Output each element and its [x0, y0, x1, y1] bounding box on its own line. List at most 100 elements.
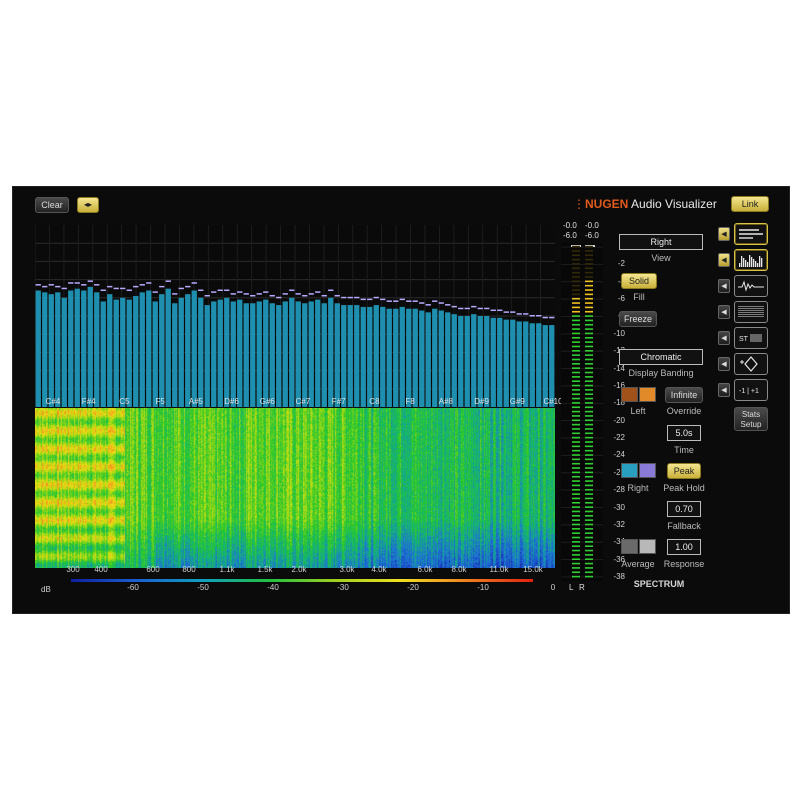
spectrum-bar	[250, 303, 256, 407]
frequency-label: 15.0k	[523, 565, 543, 574]
spectrum-bar	[139, 292, 145, 407]
sidebar-toggle-7[interactable]: ◀	[718, 383, 730, 397]
spectrum-bar	[360, 306, 366, 407]
spectrum-peak-marker	[425, 304, 431, 306]
sidebar-toggle-6[interactable]: ◀	[718, 357, 730, 371]
spectrogram-glyph	[738, 306, 764, 318]
spectrum-peak-marker	[386, 300, 392, 302]
note-label: F5	[155, 397, 165, 406]
spectrum-bar	[172, 303, 178, 407]
peak-button[interactable]: Peak	[667, 463, 701, 479]
spectrum-bar	[341, 305, 347, 407]
right-color-a-swatch[interactable]	[621, 463, 638, 478]
right-rms-readout: -6.0	[585, 231, 599, 240]
spectrum-peak-marker	[217, 289, 223, 292]
frequency-label: 600	[146, 565, 160, 574]
db-scale-label: 0	[550, 583, 556, 592]
sidebar-toggle-2[interactable]: ◀	[718, 253, 730, 267]
spectrum-bar	[217, 299, 223, 407]
spectrum-peak-marker	[87, 280, 93, 282]
fill-solid-button[interactable]: Solid	[621, 273, 657, 289]
spectrum-bar	[529, 323, 535, 407]
sidebar-toggle-1[interactable]: ◀	[718, 227, 730, 241]
sidebar-toggle-4[interactable]: ◀	[718, 305, 730, 319]
stereo-icon[interactable]: ST	[734, 327, 768, 349]
spectrum-bar	[256, 301, 262, 407]
stats-setup-button[interactable]: Stats Setup	[734, 407, 768, 431]
waveform-icon[interactable]	[734, 275, 768, 297]
right-color-b-swatch[interactable]	[639, 463, 656, 478]
spectrum-bar	[386, 308, 392, 407]
spectrum-peak-marker	[159, 285, 165, 288]
spectrum-peak-marker	[185, 285, 191, 288]
spectrum-bar	[159, 294, 165, 407]
spectrogram[interactable]	[35, 408, 555, 568]
fallback-field[interactable]: 0.70	[667, 501, 701, 517]
spectrum-peak-marker	[204, 294, 210, 297]
freeze-button[interactable]: Freeze	[619, 311, 657, 327]
sidebar-toggle-5[interactable]: ◀	[718, 331, 730, 345]
correlation-icon[interactable]: -1 | +1	[734, 379, 768, 401]
meter-lines-glyph	[739, 229, 763, 239]
frequency-label: 4.0k	[371, 565, 387, 574]
fallback-label: Fallback	[667, 521, 701, 531]
level-meter	[561, 243, 603, 581]
spectrogram-icon[interactable]	[734, 301, 768, 323]
left-peak-readout: -0.0	[563, 221, 577, 230]
spectrum-bar	[133, 295, 139, 407]
frequency-label: 2.0k	[291, 565, 307, 574]
spectrum-bar	[211, 301, 217, 407]
spectrum-bar	[126, 299, 132, 407]
note-label: C#10	[543, 397, 563, 406]
spectrum-peak-marker	[451, 305, 457, 308]
link-button[interactable]: Link	[731, 196, 769, 212]
expand-button[interactable]: ◂▸	[77, 197, 99, 213]
response-field[interactable]: 1.00	[667, 539, 701, 555]
spectrum-bar	[263, 299, 269, 407]
spectrum-bar	[35, 290, 41, 407]
spectrum-bar	[484, 316, 490, 407]
spectrum-peak-marker	[198, 289, 204, 292]
note-label: C5	[119, 397, 130, 406]
display-banding-select[interactable]: Chromatic	[619, 349, 703, 365]
correlation-glyph: -1 | +1	[739, 388, 759, 395]
spectrum-bar	[464, 316, 470, 407]
spectrum-peak-marker	[120, 287, 126, 290]
spectrum-bar	[542, 325, 548, 407]
note-label: G#9	[509, 397, 525, 406]
left-color-b-swatch[interactable]	[639, 387, 656, 402]
sidebar-toggle-3[interactable]: ◀	[718, 279, 730, 293]
override-infinite-button[interactable]: Infinite	[665, 387, 703, 403]
db-scale-label: -10	[477, 583, 489, 592]
spectrum-peak-marker	[146, 282, 152, 284]
average-label: Average	[621, 559, 655, 569]
mode-title: SPECTRUM	[633, 579, 685, 589]
average-color-a-swatch[interactable]	[621, 539, 638, 554]
spectrum-analyzer[interactable]	[35, 225, 555, 407]
time-field[interactable]: 5.0s	[667, 425, 701, 441]
spectrum-bars-icon[interactable]	[734, 249, 768, 271]
average-color-b-swatch[interactable]	[639, 539, 656, 554]
note-label: A#8	[438, 397, 453, 406]
vectorscope-icon[interactable]	[734, 353, 768, 375]
spectrum-peak-marker	[276, 296, 282, 299]
spectrum-peak-marker	[380, 298, 386, 301]
meter-lines-icon[interactable]	[734, 223, 768, 245]
spectrum-peak-marker	[269, 294, 275, 297]
spectrum-bar	[289, 297, 295, 407]
note-label: F#4	[81, 397, 96, 406]
spectrum-bar	[471, 314, 477, 407]
spectrum-peak-marker	[490, 309, 496, 312]
visualizer-window: Clear ◂▸ ⋮NUGEN Audio Visualizer Link -1…	[12, 186, 790, 614]
frequency-label: 800	[182, 565, 196, 574]
spectrum-peak-marker	[484, 307, 490, 310]
clear-button[interactable]: Clear	[35, 197, 69, 213]
note-label: C8	[369, 397, 380, 406]
spectrum-bar	[328, 297, 334, 407]
left-color-a-swatch[interactable]	[621, 387, 638, 402]
view-select[interactable]: Right	[619, 234, 703, 250]
spectrum-peak-marker	[61, 287, 67, 290]
spectrum-peak-marker	[471, 305, 477, 308]
spectrum-peak-marker	[341, 296, 347, 299]
spectrum-peak-marker	[237, 291, 243, 293]
